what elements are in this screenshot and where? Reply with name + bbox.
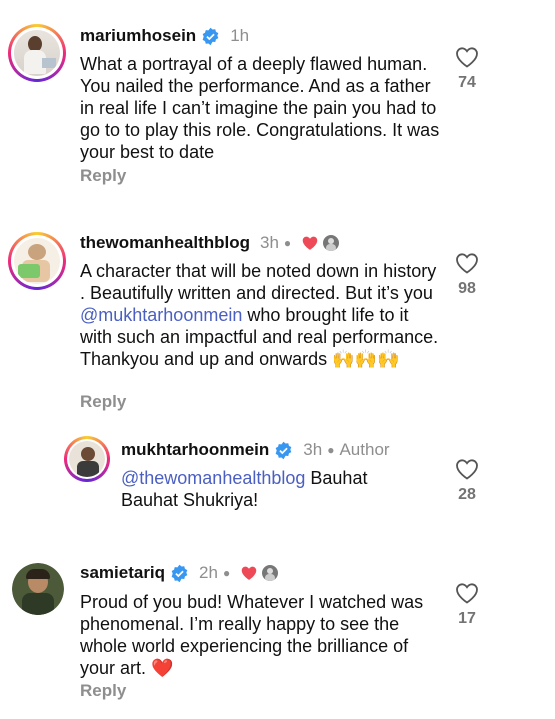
like-count: 28 (458, 486, 476, 503)
username[interactable]: mariumhosein (80, 26, 196, 46)
comment-text: @thewomanhealthblog Bauhat Bauhat Shukri… (121, 468, 368, 510)
like-control: 17 (445, 582, 489, 628)
creator-avatar (262, 565, 279, 581)
reply-button[interactable]: Reply (80, 392, 126, 412)
avatar[interactable] (64, 436, 110, 482)
red-heart-icon (302, 236, 318, 250)
separator-dot: ● (222, 566, 231, 580)
username[interactable]: mukhtarhoonmein (121, 440, 269, 460)
like-count: 74 (458, 74, 476, 91)
mention-link[interactable]: @thewomanhealthblog (121, 468, 305, 488)
creator-avatar (323, 235, 340, 251)
heart-outline-icon[interactable] (455, 582, 479, 604)
red-heart-icon (241, 566, 257, 580)
avatar[interactable] (8, 232, 66, 290)
avatar[interactable] (12, 563, 64, 615)
separator-dot: ● (283, 236, 292, 250)
like-count: 17 (458, 610, 476, 627)
author-label: Author (339, 440, 390, 459)
like-control: 98 (445, 252, 489, 298)
username[interactable]: samietariq (80, 563, 165, 583)
heart-outline-icon[interactable] (455, 252, 479, 274)
verified-badge-icon (275, 441, 292, 459)
comment-text: What a portrayal of a deeply flawed huma… (80, 54, 440, 162)
heart-outline-icon[interactable] (455, 46, 479, 68)
verified-badge-icon (202, 27, 219, 45)
like-control: 74 (445, 46, 489, 92)
like-control: 28 (445, 458, 489, 504)
verified-badge-icon (171, 564, 188, 582)
comment-time: 1h (230, 26, 250, 45)
avatar[interactable] (8, 24, 66, 82)
separator-dot: ● (327, 443, 335, 457)
mention-link[interactable]: @mukhtarhoonmein (80, 305, 242, 325)
username[interactable]: thewomanhealthblog (80, 233, 250, 253)
comment-time: 3h (303, 440, 323, 459)
reply-button[interactable]: Reply (80, 681, 126, 701)
comment-text: Proud of you bud! Whatever I watched was… (80, 592, 424, 678)
reply-button[interactable]: Reply (80, 166, 126, 186)
comment-text: A character that will be noted down in h… (80, 261, 439, 369)
comment-time: 2h (199, 563, 218, 582)
heart-outline-icon[interactable] (455, 458, 479, 480)
comment-time: 3h (260, 233, 279, 252)
like-count: 98 (458, 280, 476, 297)
